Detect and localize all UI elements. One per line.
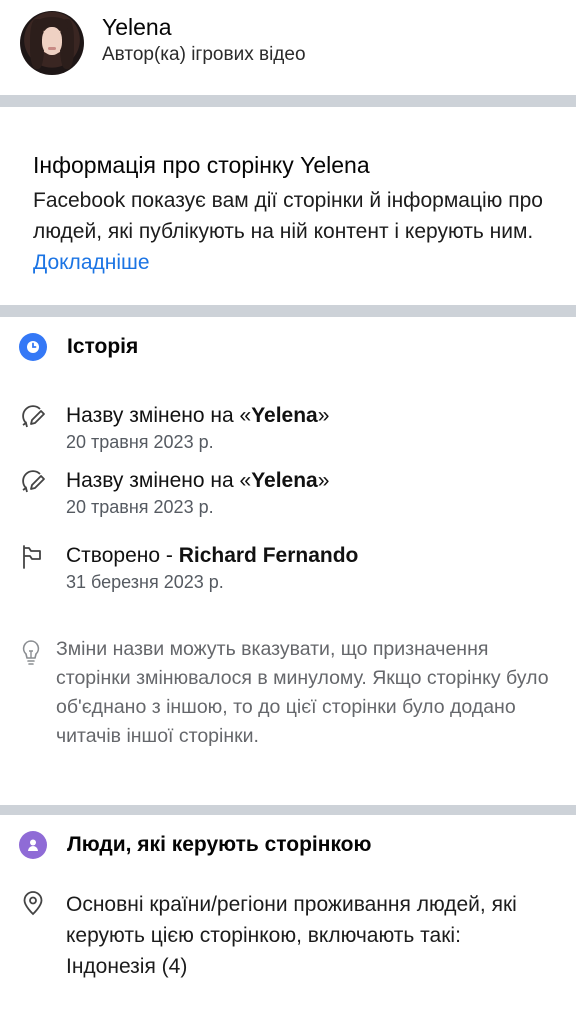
locations-intro: Основні країни/регіони проживання людей,…: [66, 893, 517, 947]
section-divider: [0, 305, 576, 317]
locations-value: Індонезія (4): [66, 955, 188, 978]
page-transparency-info: Інформація про сторінку Yelena Facebook …: [0, 107, 576, 305]
people-section: Люди, які керують сторінкою Основні краї…: [0, 815, 576, 1030]
people-header: Люди, які керують сторінкою: [19, 831, 371, 859]
info-title: Інформація про сторінку Yelena: [33, 152, 370, 178]
tip-text: Зміни назви можуть вказувати, що признач…: [56, 638, 549, 747]
avatar[interactable]: [20, 11, 84, 75]
event-title: Створено - Richard Fernando: [66, 544, 359, 567]
section-divider: [0, 805, 576, 815]
history-title: Історія: [67, 335, 139, 358]
event-date: 20 травня 2023 р.: [66, 432, 214, 452]
people-title: Люди, які керують сторінкою: [67, 833, 372, 856]
flag-icon: [23, 545, 41, 569]
pencil-icon: [22, 470, 45, 493]
history-header: Історія: [19, 333, 138, 361]
event-title: Назву змінено на «Yelena»: [66, 469, 330, 492]
page-name[interactable]: Yelena: [102, 14, 172, 40]
event-date: 20 травня 2023 р.: [66, 497, 214, 517]
person-icon: [19, 831, 47, 859]
page-category: Автор(ка) ігрових відео: [102, 44, 306, 65]
section-divider: [0, 95, 576, 107]
history-section: Історія Назву змінено на «Yelena» 20 тра…: [0, 317, 576, 805]
info-description: Facebook показує вам дії сторінки й інфо…: [33, 185, 544, 278]
learn-more-link[interactable]: Докладніше: [33, 251, 150, 274]
location-pin-icon: [23, 891, 43, 916]
clock-icon: [19, 333, 47, 361]
lightbulb-icon: [22, 640, 40, 665]
event-date: 31 березня 2023 р.: [66, 572, 224, 592]
pencil-icon: [22, 405, 45, 428]
page-header: Yelena Автор(ка) ігрових відео: [0, 0, 576, 95]
event-title: Назву змінено на «Yelena»: [66, 404, 330, 427]
info-description-text: Facebook показує вам дії сторінки й інфо…: [33, 189, 543, 243]
locations-text: Основні країни/регіони проживання людей,…: [66, 889, 546, 982]
